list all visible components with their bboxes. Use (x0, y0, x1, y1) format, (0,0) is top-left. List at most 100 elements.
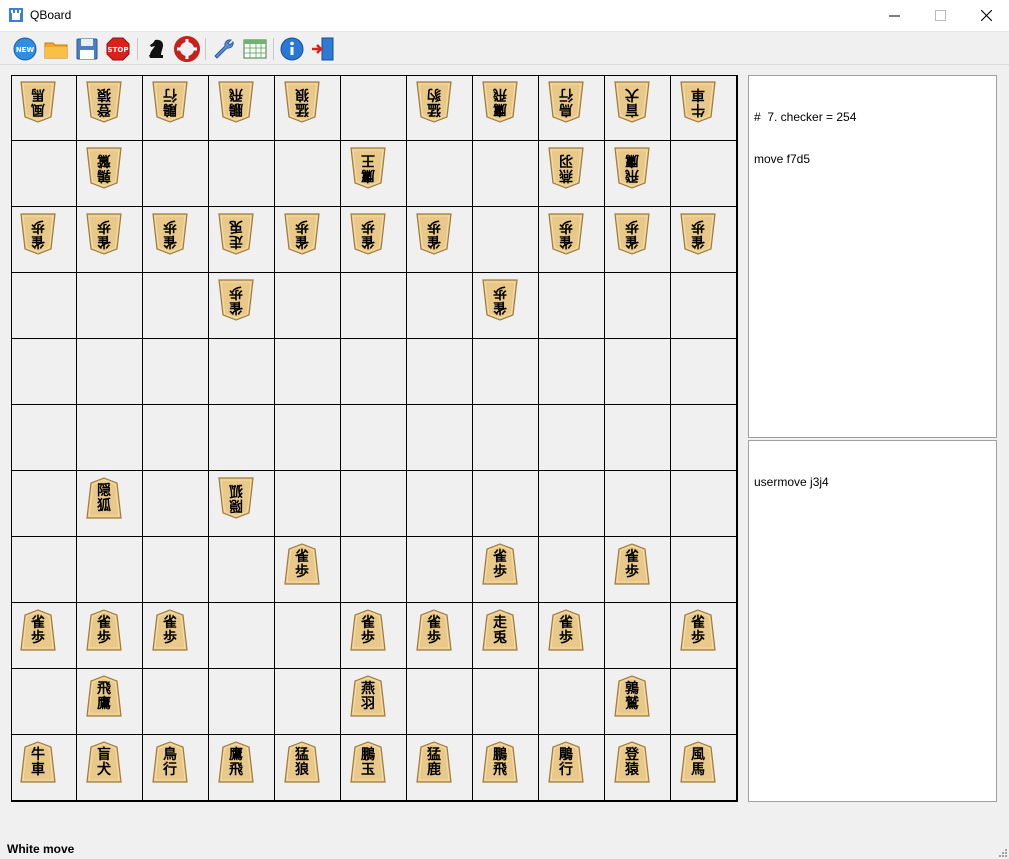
help-ring-button[interactable] (173, 35, 201, 63)
shogi-piece[interactable]: 雀歩 (152, 609, 188, 651)
board-square[interactable]: 鶉鷲 (605, 669, 671, 735)
board-square[interactable]: 雀歩 (473, 273, 539, 339)
board-square[interactable]: 鵰行 (539, 735, 605, 801)
shogi-piece[interactable]: 雀歩 (152, 213, 188, 255)
board-square[interactable]: 盲犬 (605, 75, 671, 141)
shogi-piece[interactable]: 鵰行 (152, 81, 188, 123)
board-square[interactable] (407, 339, 473, 405)
board-square[interactable]: 雀歩 (11, 207, 77, 273)
board-square[interactable] (143, 405, 209, 471)
shogi-piece[interactable]: 鵬飛 (482, 741, 518, 783)
shogi-piece[interactable]: 風馬 (20, 81, 56, 123)
board-square[interactable]: 風馬 (11, 75, 77, 141)
board-square[interactable] (275, 669, 341, 735)
board-square[interactable]: 飛鷹 (605, 141, 671, 207)
stop-button[interactable]: STOP (104, 35, 132, 63)
new-game-button[interactable]: NEW (11, 35, 39, 63)
board-square[interactable] (275, 471, 341, 537)
shogi-piece[interactable]: 雀歩 (20, 609, 56, 651)
board-square[interactable] (473, 339, 539, 405)
shogi-piece[interactable]: 雀歩 (86, 609, 122, 651)
board-square[interactable] (209, 405, 275, 471)
shogi-piece[interactable]: 鷹飛 (482, 81, 518, 123)
board-square[interactable]: 雀歩 (341, 603, 407, 669)
board-square[interactable] (11, 141, 77, 207)
board-square[interactable] (539, 273, 605, 339)
shogi-piece[interactable]: 雀歩 (482, 543, 518, 585)
board-square[interactable] (671, 273, 737, 339)
board-square[interactable]: 牛車 (11, 735, 77, 801)
board-square[interactable] (605, 405, 671, 471)
board-square[interactable] (407, 537, 473, 603)
shogi-piece[interactable]: 牛車 (680, 81, 716, 123)
board-square[interactable]: 雀歩 (275, 207, 341, 273)
board-square[interactable] (539, 537, 605, 603)
board-square[interactable] (341, 405, 407, 471)
board-square[interactable] (473, 405, 539, 471)
board-square[interactable]: 鷹飛 (209, 735, 275, 801)
board-square[interactable] (275, 339, 341, 405)
board-square[interactable] (11, 273, 77, 339)
close-button[interactable] (963, 0, 1009, 31)
board-square[interactable]: 雀歩 (209, 273, 275, 339)
shogi-piece[interactable]: 雀歩 (350, 609, 386, 651)
shogi-piece[interactable]: 雀歩 (548, 213, 584, 255)
board-square[interactable]: 雀歩 (671, 603, 737, 669)
board-square[interactable] (341, 339, 407, 405)
shogi-piece[interactable]: 猛狼 (284, 741, 320, 783)
board-square[interactable] (143, 669, 209, 735)
board-square[interactable] (539, 405, 605, 471)
board-square[interactable] (143, 273, 209, 339)
minimize-button[interactable] (871, 0, 917, 31)
shogi-piece[interactable]: 燕羽 (350, 675, 386, 717)
board-square[interactable]: 鵬飛 (209, 75, 275, 141)
board-square[interactable] (407, 669, 473, 735)
board-square[interactable] (143, 471, 209, 537)
shogi-piece[interactable]: 鶉鷲 (614, 675, 650, 717)
shogi-piece[interactable]: 雀歩 (680, 213, 716, 255)
board-square[interactable]: 隠狐 (77, 471, 143, 537)
board-square[interactable]: 隠狐 (209, 471, 275, 537)
shogi-piece[interactable]: 登猿 (86, 81, 122, 123)
board-square[interactable] (473, 471, 539, 537)
shogi-piece[interactable]: 雀歩 (416, 213, 452, 255)
about-button[interactable] (278, 35, 306, 63)
board-square[interactable] (407, 273, 473, 339)
board-square[interactable] (77, 339, 143, 405)
board-square[interactable] (143, 537, 209, 603)
board-square[interactable] (671, 537, 737, 603)
shogi-piece[interactable]: 盲犬 (86, 741, 122, 783)
shogi-piece[interactable]: 雀歩 (548, 609, 584, 651)
board-square[interactable] (143, 141, 209, 207)
board-square[interactable] (605, 471, 671, 537)
board-square[interactable]: 鵬飛 (473, 735, 539, 801)
board-square[interactable] (473, 141, 539, 207)
shogi-piece[interactable]: 雀歩 (680, 609, 716, 651)
shogi-piece[interactable]: 鶉鷲 (86, 147, 122, 189)
board-square[interactable] (407, 141, 473, 207)
resize-grip-icon[interactable] (997, 847, 1007, 857)
board-square[interactable] (539, 669, 605, 735)
board-square[interactable]: 盲犬 (77, 735, 143, 801)
maximize-button[interactable] (917, 0, 963, 31)
shogi-piece[interactable]: 鳥行 (152, 741, 188, 783)
board-square[interactable] (209, 141, 275, 207)
board-square[interactable] (77, 537, 143, 603)
shogi-piece[interactable]: 隠狐 (218, 477, 254, 519)
board-square[interactable]: 雀歩 (77, 603, 143, 669)
shogi-piece[interactable]: 鷹飛 (218, 741, 254, 783)
shogi-piece[interactable]: 雀歩 (614, 543, 650, 585)
shogi-piece[interactable]: 雀歩 (284, 213, 320, 255)
shogi-piece[interactable]: 雀歩 (416, 609, 452, 651)
shogi-piece[interactable]: 鳥行 (548, 81, 584, 123)
board-square[interactable]: 鵰行 (143, 75, 209, 141)
board-square[interactable]: 鷹王 (341, 141, 407, 207)
board-square[interactable] (209, 339, 275, 405)
board-square[interactable] (275, 603, 341, 669)
board-square[interactable] (275, 141, 341, 207)
board-square[interactable]: 風馬 (671, 735, 737, 801)
board-square[interactable]: 鷹飛 (473, 75, 539, 141)
shogi-piece[interactable]: 猛鹿 (416, 741, 452, 783)
shogi-piece[interactable]: 登猿 (614, 741, 650, 783)
board-square[interactable]: 雀歩 (77, 207, 143, 273)
